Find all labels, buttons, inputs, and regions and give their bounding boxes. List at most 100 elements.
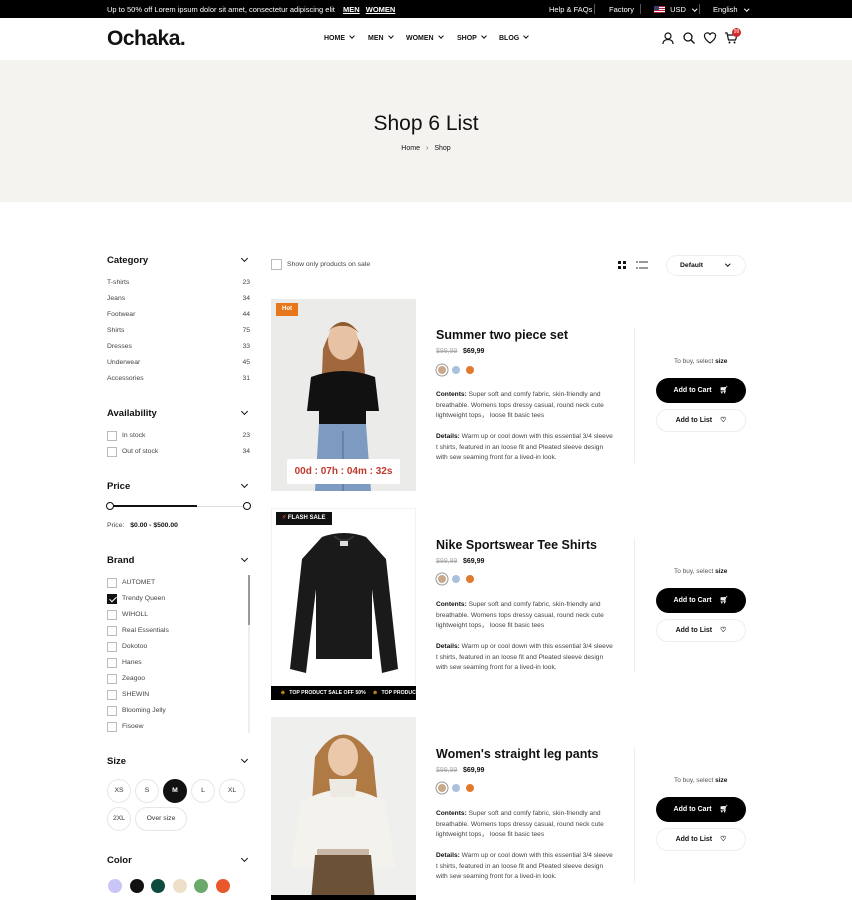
in-stock-checkbox[interactable] (107, 431, 117, 441)
price-slider-min-handle[interactable] (106, 502, 114, 510)
category-item[interactable]: Jeans 34 (107, 295, 250, 302)
brand-scrollbar-thumb[interactable] (248, 575, 250, 625)
price-title[interactable]: Price (107, 481, 130, 492)
breadcrumb-home[interactable]: Home (401, 145, 420, 152)
category-item[interactable]: Accessories 31 (107, 375, 250, 382)
brand-label[interactable]: SHEWIN (122, 691, 149, 698)
sale-only-checkbox[interactable] (271, 259, 282, 270)
color-option-tan[interactable] (438, 575, 446, 583)
grid-view-icon[interactable] (618, 261, 626, 269)
size-chip-xs[interactable]: XS (107, 779, 131, 803)
brand-checkbox[interactable] (107, 722, 117, 732)
add-to-cart-button[interactable]: Add to Cart 🛒︎ (656, 588, 746, 613)
promo-link-men[interactable]: MEN (343, 5, 360, 14)
category-item[interactable]: Shirts 75 (107, 327, 250, 334)
brand-label[interactable]: Hanes (122, 659, 142, 666)
brand-label[interactable]: Zeagoo (122, 675, 145, 682)
brand-checkbox[interactable] (107, 626, 117, 636)
brand-label[interactable]: WIHOLL (122, 611, 148, 618)
size-chip-l[interactable]: L (191, 779, 215, 803)
color-option-orange[interactable] (466, 575, 474, 583)
size-chip-2xl[interactable]: 2XL (107, 807, 131, 831)
add-to-list-button[interactable]: Add to List ♡ (656, 828, 746, 851)
sale-only-label[interactable]: Show only products on sale (287, 261, 370, 268)
availability-item[interactable]: Out of stock 34 (122, 448, 250, 455)
nav-blog[interactable]: BLOG (499, 33, 530, 42)
brand-title[interactable]: Brand (107, 555, 134, 566)
color-option-tan[interactable] (438, 366, 446, 374)
category-item[interactable]: Footwear 44 (107, 311, 250, 318)
category-item[interactable]: Underwear 45 (107, 359, 250, 366)
chevron-down-icon[interactable] (240, 554, 249, 563)
color-swatch[interactable] (215, 879, 230, 893)
size-chip-s[interactable]: S (135, 779, 159, 803)
category-item[interactable]: Dresses 33 (107, 343, 250, 350)
color-swatch[interactable] (129, 879, 144, 893)
brand-label[interactable]: Blooming Jelly (122, 707, 166, 714)
site-logo[interactable]: Ochaka. (107, 27, 186, 51)
brand-checkbox[interactable] (107, 674, 117, 684)
product-image[interactable] (271, 508, 416, 700)
color-swatch[interactable] (194, 879, 208, 893)
brand-checkbox[interactable] (107, 706, 117, 716)
add-to-list-button[interactable]: Add to List ♡ (656, 409, 746, 432)
category-item[interactable]: T-shirts 23 (107, 279, 250, 286)
chevron-down-icon[interactable] (240, 480, 249, 489)
brand-checkbox[interactable] (107, 578, 117, 588)
brand-label[interactable]: Fisoew (122, 723, 144, 730)
brand-checkbox[interactable] (107, 658, 117, 668)
heart-icon[interactable] (703, 31, 717, 45)
add-to-list-button[interactable]: Add to List ♡ (656, 619, 746, 642)
nav-men[interactable]: MEN (368, 33, 394, 42)
size-chip-oversize[interactable]: Over size (135, 807, 187, 831)
add-to-cart-button[interactable]: Add to Cart 🛒︎ (656, 378, 746, 403)
chevron-down-icon[interactable] (240, 755, 249, 764)
size-title[interactable]: Size (107, 756, 126, 767)
availability-title[interactable]: Availability (107, 408, 157, 419)
nav-shop[interactable]: SHOP (457, 33, 487, 42)
color-swatch[interactable] (151, 879, 165, 893)
help-faqs-link[interactable]: Help & FAQs (549, 5, 592, 14)
product-title[interactable]: Summer two piece set (436, 328, 568, 342)
product-image[interactable] (271, 717, 416, 900)
search-icon[interactable] (682, 31, 696, 45)
color-swatch[interactable] (108, 879, 122, 893)
brand-checkbox[interactable] (107, 642, 117, 652)
out-of-stock-checkbox[interactable] (107, 447, 117, 457)
product-title[interactable]: Women's straight leg pants (436, 747, 599, 761)
color-swatch[interactable] (172, 879, 187, 893)
product-title[interactable]: Nike Sportswear Tee Shirts (436, 538, 597, 552)
size-chip-xl[interactable]: XL (219, 779, 245, 803)
color-option-orange[interactable] (466, 366, 474, 374)
factory-link[interactable]: Factory (609, 5, 634, 14)
nav-women[interactable]: WOMEN (406, 33, 444, 42)
color-option-orange[interactable] (466, 784, 474, 792)
size-chip-m[interactable]: M (163, 779, 187, 803)
brand-checkbox[interactable] (107, 690, 117, 700)
chevron-down-icon[interactable] (240, 407, 249, 416)
availability-item[interactable]: In stock 23 (122, 432, 250, 439)
brand-label[interactable]: AUTOMET (122, 579, 155, 586)
add-to-cart-button[interactable]: Add to Cart 🛒︎ (656, 797, 746, 822)
color-option-light-blue[interactable] (452, 366, 460, 374)
nav-home[interactable]: HOME (324, 33, 355, 42)
sort-select[interactable]: Default (666, 255, 746, 276)
chevron-down-icon[interactable] (240, 854, 249, 863)
language-selector[interactable]: English (713, 5, 749, 14)
brand-checkbox[interactable] (107, 610, 117, 620)
color-option-light-blue[interactable] (452, 784, 460, 792)
currency-selector[interactable]: USD (654, 5, 698, 14)
color-option-tan[interactable] (438, 784, 446, 792)
user-icon[interactable] (661, 31, 675, 45)
promo-link-women[interactable]: WOMEN (366, 5, 396, 14)
brand-label[interactable]: Trendy Queen (122, 595, 165, 602)
brand-label[interactable]: Real Essentials (122, 627, 169, 634)
list-view-icon[interactable] (636, 261, 648, 269)
price-slider-max-handle[interactable] (243, 502, 251, 510)
chevron-down-icon[interactable] (240, 254, 249, 263)
color-option-light-blue[interactable] (452, 575, 460, 583)
category-title[interactable]: Category (107, 255, 148, 266)
brand-label[interactable]: Dokotoo (122, 643, 147, 650)
color-title[interactable]: Color (107, 855, 132, 866)
brand-checkbox[interactable] (107, 594, 117, 604)
